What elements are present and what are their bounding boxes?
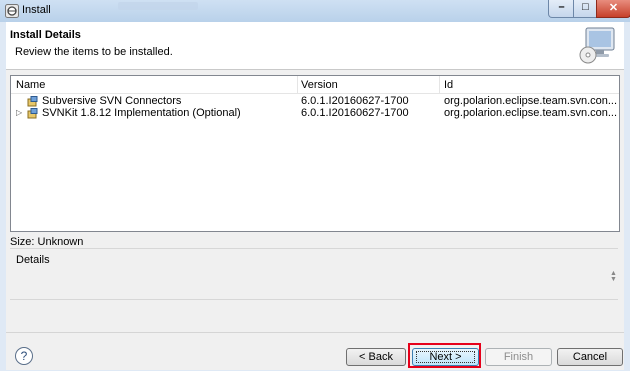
install-items-table[interactable]: Name Version Id Subversive SVN Connector…: [10, 75, 620, 232]
details-area[interactable]: Details ▲ ▼: [10, 248, 618, 300]
size-label: Size: Unknown: [10, 236, 84, 248]
table-header: Name Version Id: [11, 76, 619, 94]
maximize-button[interactable]: □: [573, 0, 598, 18]
next-button-highlight: [408, 343, 481, 368]
column-divider[interactable]: [439, 76, 440, 93]
table-row[interactable]: ▷ SVNKit 1.8.12 Implementation (Optional…: [11, 107, 619, 120]
column-header-id[interactable]: Id: [444, 79, 453, 91]
feature-package-icon: [27, 96, 38, 107]
page-title: Install Details: [10, 29, 81, 41]
help-button[interactable]: ?: [15, 347, 33, 365]
dialog-body: Name Version Id Subversive SVN Connector…: [6, 70, 624, 370]
row-name: SVNKit 1.8.12 Implementation (Optional): [42, 107, 241, 119]
monitor-cd-icon: [579, 27, 615, 64]
close-icon: ✕: [608, 2, 619, 14]
expand-arrow-icon[interactable]: ▷: [16, 108, 22, 117]
back-button[interactable]: < Back: [346, 348, 406, 366]
eclipse-icon: [5, 4, 19, 18]
finish-button[interactable]: Finish: [485, 348, 552, 366]
row-version: 6.0.1.I20160627-1700: [301, 107, 409, 119]
row-version: 6.0.1.I20160627-1700: [301, 95, 409, 107]
window-title: Install: [22, 4, 51, 16]
maximize-icon: □: [582, 1, 589, 13]
row-name: Subversive SVN Connectors: [42, 95, 182, 107]
background-window-title: [118, 2, 198, 10]
page-subtitle: Review the items to be installed.: [15, 46, 173, 58]
row-id: org.polarion.eclipse.team.svn.con...: [444, 107, 618, 119]
column-header-version[interactable]: Version: [301, 79, 338, 91]
column-divider[interactable]: [297, 76, 298, 93]
button-bar-divider: [6, 332, 624, 333]
details-label: Details: [16, 254, 50, 266]
close-button[interactable]: ✕: [596, 0, 630, 18]
header-banner: Install Details Review the items to be i…: [6, 22, 624, 70]
column-header-name[interactable]: Name: [16, 79, 45, 91]
feature-package-icon: [27, 108, 38, 119]
title-bar[interactable]: Install – □ ✕: [0, 0, 630, 22]
details-scroll-icon[interactable]: ▲ ▼: [610, 270, 617, 283]
cancel-button[interactable]: Cancel: [557, 348, 623, 366]
row-id: org.polarion.eclipse.team.svn.con...: [444, 95, 618, 107]
install-dialog: Install – □ ✕ Install Details Review the…: [0, 0, 630, 371]
minimize-icon: –: [558, 1, 565, 13]
minimize-button[interactable]: –: [548, 0, 575, 18]
